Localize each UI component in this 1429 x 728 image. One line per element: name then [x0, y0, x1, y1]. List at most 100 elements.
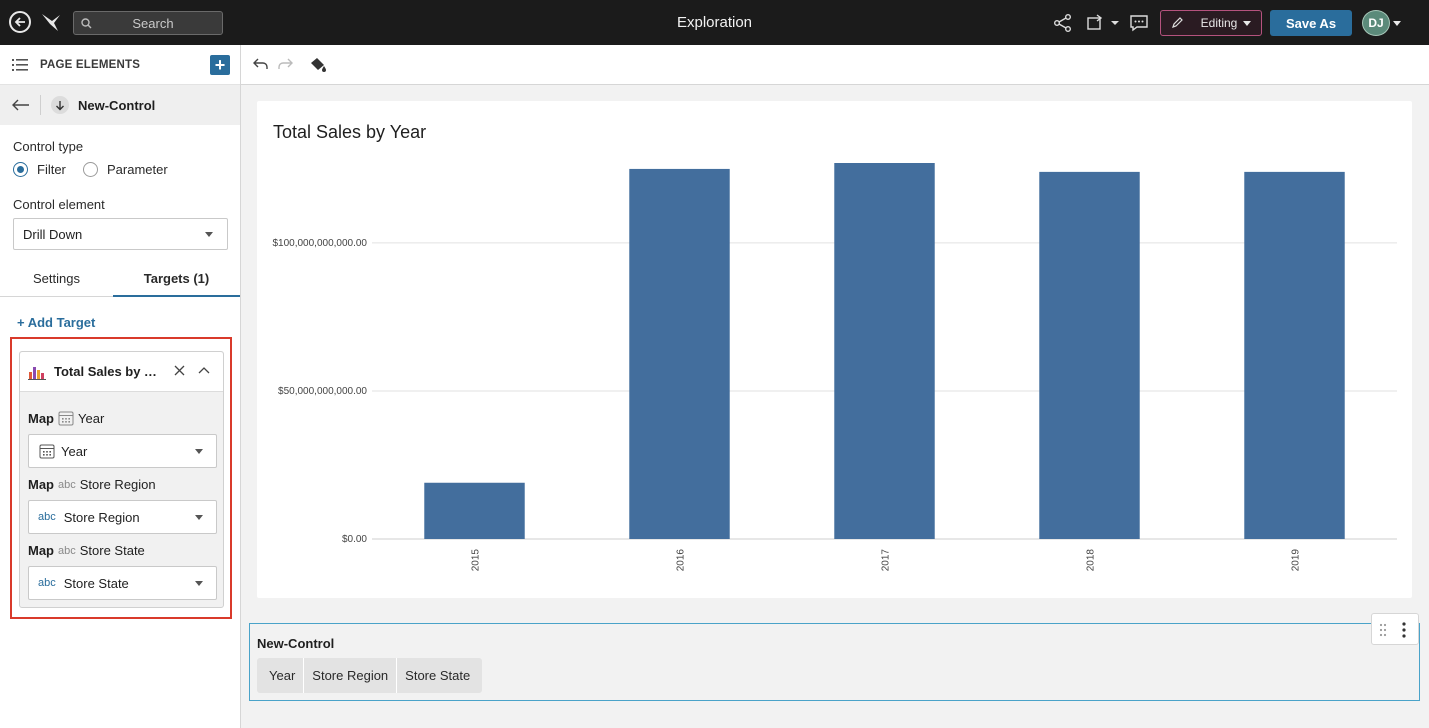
x-tick-label: 2018 [1086, 549, 1097, 572]
tab-settings[interactable]: Settings [0, 265, 113, 297]
bar-2019[interactable] [1244, 171, 1345, 539]
sync-icon [1087, 14, 1103, 30]
text-type-icon: abc [38, 511, 56, 523]
target-card-header[interactable]: Total Sales by Year [20, 352, 223, 392]
map-year-value: Year [61, 443, 88, 459]
paint-bucket-icon[interactable] [308, 56, 328, 74]
editing-mode-label: Editing [1200, 16, 1238, 30]
chevron-down-icon[interactable] [1393, 21, 1401, 26]
page-elements-header: PAGE ELEMENTS + [0, 45, 240, 85]
radio-filter[interactable]: Filter [13, 162, 66, 177]
radio-parameter[interactable]: Parameter [83, 162, 168, 177]
chip-store-state[interactable]: Store State [396, 658, 478, 693]
target-title: Total Sales by Year [54, 364, 164, 379]
left-panel: PAGE ELEMENTS + New-Control Control type… [0, 45, 241, 728]
x-tick-label: 2017 [881, 549, 892, 572]
chevron-down-icon [195, 581, 203, 586]
map-label: Map [28, 410, 54, 426]
y-tick-label: $0.00 [342, 534, 367, 545]
sigma-logo-icon[interactable] [40, 11, 62, 33]
new-control-element[interactable]: New-Control Year Store Region Store Stat… [249, 623, 1420, 701]
comment-icon [1130, 15, 1148, 32]
y-tick-label: $50,000,000,000.00 [278, 386, 367, 397]
page-elements-title: PAGE ELEMENTS [40, 58, 141, 71]
close-icon[interactable] [174, 365, 185, 376]
bar-chart-icon [28, 366, 46, 380]
chip-year[interactable]: Year [261, 658, 303, 693]
bar-2015[interactable] [424, 482, 525, 539]
calendar-icon [39, 444, 55, 459]
user-avatar[interactable]: DJ [1362, 10, 1390, 36]
element-name: New-Control [78, 97, 156, 113]
more-vertical-icon[interactable] [1401, 622, 1407, 638]
pencil-icon [1172, 17, 1183, 28]
back-circle-button[interactable] [9, 11, 31, 33]
map-store-state-select[interactable]: abc Store State [28, 566, 217, 600]
x-tick-label: 2015 [471, 549, 482, 572]
editor-toolbar [241, 45, 1429, 85]
map-field-name: Store State [79, 543, 145, 558]
search-input[interactable] [98, 15, 208, 31]
arrow-down-icon [51, 96, 69, 114]
control-element-label: Control element [13, 197, 105, 212]
map-row-store-region: Map abc Store Region [28, 477, 156, 492]
chevron-up-icon[interactable] [198, 366, 210, 374]
text-type-icon: abc [38, 577, 56, 589]
map-label: Map [28, 543, 54, 558]
calendar-icon [58, 411, 74, 426]
divider [40, 95, 41, 115]
map-store-state-value: Store State [63, 575, 129, 591]
share-icon [1054, 14, 1071, 32]
panel-tabs: Settings Targets (1) [0, 265, 240, 297]
comments-button[interactable] [1129, 12, 1149, 34]
editing-mode-dropdown[interactable]: Editing [1160, 10, 1262, 36]
map-store-region-value: Store Region [63, 509, 140, 525]
control-element-value: Drill Down [23, 226, 83, 242]
search-icon [81, 17, 92, 28]
x-tick-label: 2016 [676, 549, 687, 572]
radio-unchecked-icon [83, 162, 98, 177]
chevron-down-icon [195, 515, 203, 520]
redo-icon[interactable] [277, 56, 293, 72]
map-field-name: Store Region [79, 477, 156, 492]
map-store-region-select[interactable]: abc Store Region [28, 500, 217, 534]
add-element-button[interactable]: + [210, 55, 230, 75]
arrow-left-icon[interactable] [12, 99, 30, 111]
tab-targets[interactable]: Targets (1) [113, 265, 240, 297]
bar-2018[interactable] [1039, 171, 1140, 539]
bar-2016[interactable] [629, 168, 730, 539]
chip-store-region[interactable]: Store Region [303, 658, 396, 693]
undo-icon[interactable] [253, 56, 269, 72]
text-type-icon: abc [58, 544, 76, 557]
chevron-down-icon [1111, 21, 1119, 25]
arrow-left-icon [14, 17, 25, 27]
drag-handle-icon[interactable] [1379, 623, 1387, 637]
map-label: Map [28, 477, 54, 492]
x-tick-label: 2019 [1291, 549, 1302, 572]
chevron-down-icon [195, 449, 203, 454]
radio-parameter-label: Parameter [107, 162, 168, 177]
search-box[interactable] [73, 11, 223, 35]
element-breadcrumb: New-Control [0, 85, 240, 125]
control-menu [1371, 613, 1419, 645]
control-element-select[interactable]: Drill Down [13, 218, 228, 250]
radio-filter-label: Filter [37, 162, 66, 177]
bar-chart: $0.00 $50,000,000,000.00 $100,000,000,000.… [272, 163, 1397, 572]
save-as-button[interactable]: Save As [1270, 10, 1352, 36]
list-icon[interactable] [12, 58, 28, 72]
drill-down-chips: Year Store Region Store State [257, 658, 483, 693]
text-type-icon: abc [58, 478, 76, 491]
sync-menu-button[interactable] [1085, 12, 1119, 34]
top-bar: Exploration Editing Save As DJ [0, 0, 1429, 45]
chart-card[interactable]: Total Sales by Year $0.00 $50,000,000,000… [257, 101, 1412, 598]
chevron-down-icon [1243, 20, 1251, 26]
map-year-select[interactable]: Year [28, 434, 217, 468]
chevron-down-icon [205, 232, 213, 237]
control-type-label: Control type [13, 139, 84, 154]
bar-2017[interactable] [834, 163, 935, 539]
map-row-store-state: Map abc Store State [28, 543, 145, 558]
control-title: New-Control [257, 636, 335, 651]
share-button[interactable] [1053, 12, 1073, 34]
radio-checked-icon [13, 162, 28, 177]
add-target-link[interactable]: + Add Target [17, 315, 95, 330]
